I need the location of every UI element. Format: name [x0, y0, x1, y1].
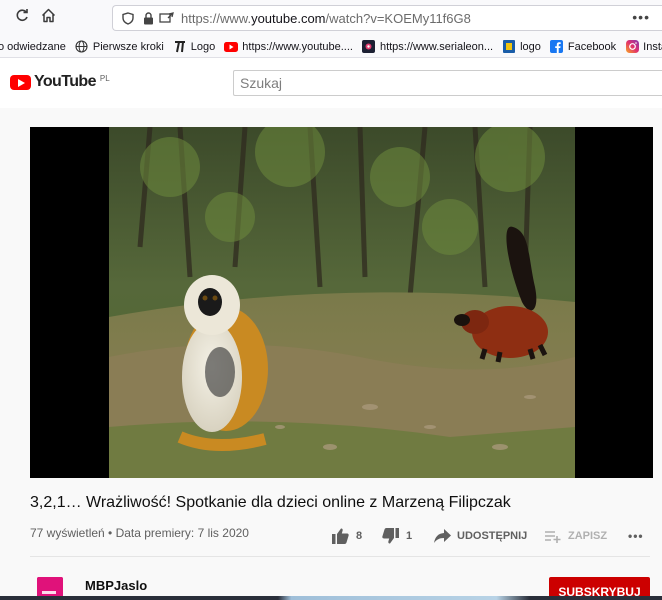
bookmark-logo[interactable]: logo [502, 40, 541, 54]
bookmark-label: https://www.serialeon... [379, 40, 494, 53]
bookmark-instagram[interactable]: Instagram [625, 40, 662, 54]
bookmark-facebook[interactable]: Facebook [550, 40, 616, 54]
site-icon [362, 40, 376, 54]
logo-t-icon [173, 40, 187, 54]
youtube-logo-text: YouTube [34, 73, 96, 90]
lock-icon[interactable] [139, 9, 157, 27]
dislike-count: 1 [406, 530, 413, 542]
youtube-play-logo-icon [10, 75, 31, 90]
youtube-region-label: PL [99, 74, 110, 83]
channel-name[interactable]: MBPJaslo [85, 578, 147, 593]
home-icon [41, 8, 56, 28]
logo-square-icon [502, 40, 516, 54]
bookmark-logo-t[interactable]: Logo [173, 40, 215, 54]
bookmark-serialeonline[interactable]: https://www.serialeon... [362, 40, 493, 54]
reload-icon [15, 8, 29, 28]
thumbs-up-icon [331, 527, 349, 545]
share-arrow-icon [433, 527, 451, 545]
tracking-protection-shield-icon[interactable] [119, 9, 137, 27]
video-frame [30, 127, 653, 478]
reload-button[interactable] [12, 8, 32, 28]
browser-navbar: https://www.youtube.com/watch?v=KOEMy11f… [0, 0, 662, 36]
home-button[interactable] [38, 8, 58, 28]
bookmark-label: Pierwsze kroki [92, 40, 164, 53]
share-button[interactable]: UDOSTĘPNIJ [433, 527, 527, 545]
bookmark-label: Facebook [567, 40, 617, 53]
bookmark-label: Logo [190, 40, 216, 53]
bookmark-getting-started[interactable]: Pierwsze kroki [75, 40, 164, 54]
youtube-header: YouTube PL [0, 58, 662, 108]
page-actions-more-button[interactable]: ••• [632, 9, 650, 25]
youtube-icon [224, 40, 239, 54]
bookmark-youtube[interactable]: https://www.youtube.... [224, 40, 353, 54]
bookmark-label: Instagram [643, 40, 662, 53]
bookmark-label: https://www.youtube.... [242, 40, 353, 53]
search-box[interactable] [233, 70, 662, 96]
video-title: 3,2,1… Wrażliwość! Spotkanie dla dzieci … [30, 494, 511, 511]
more-actions-button[interactable]: ••• [628, 527, 644, 545]
share-label: UDOSTĘPNIJ [457, 530, 528, 542]
globe-icon [75, 40, 89, 54]
url-bar[interactable]: https://www.youtube.com/watch?v=KOEMy11f… [112, 5, 662, 31]
save-label: ZAPISZ [568, 530, 608, 542]
facebook-icon [550, 40, 564, 54]
permissions-icon[interactable] [157, 9, 175, 27]
section-divider [30, 556, 650, 557]
os-taskbar [0, 596, 662, 600]
thumbs-down-icon [381, 527, 399, 545]
bookmark-label: logo [520, 40, 541, 53]
video-player[interactable] [30, 127, 653, 478]
search-input[interactable] [234, 71, 662, 95]
bookmark-label: o odwiedzane [0, 40, 66, 53]
save-button[interactable]: ZAPISZ [544, 527, 607, 545]
url-path: /watch?v=KOEMy11f6G8 [325, 10, 471, 26]
url-text[interactable]: https://www.youtube.com/watch?v=KOEMy11f… [181, 11, 471, 26]
url-host: youtube.com [251, 10, 326, 26]
video-meta-info: 77 wyświetleń • Data premiery: 7 lis 202… [30, 526, 249, 540]
instagram-icon [625, 40, 639, 54]
dislike-button[interactable]: 1 [381, 527, 412, 545]
like-count: 8 [356, 530, 363, 542]
url-prefix: https://www. [181, 10, 252, 26]
bookmark-most-visited[interactable]: o odwiedzane [0, 41, 66, 53]
like-button[interactable]: 8 [331, 527, 362, 545]
playlist-add-icon [544, 527, 562, 545]
youtube-logo[interactable]: YouTube PL [10, 73, 110, 91]
bookmarks-toolbar: o odwiedzane Pierwsze kroki Logo https:/… [0, 36, 662, 58]
